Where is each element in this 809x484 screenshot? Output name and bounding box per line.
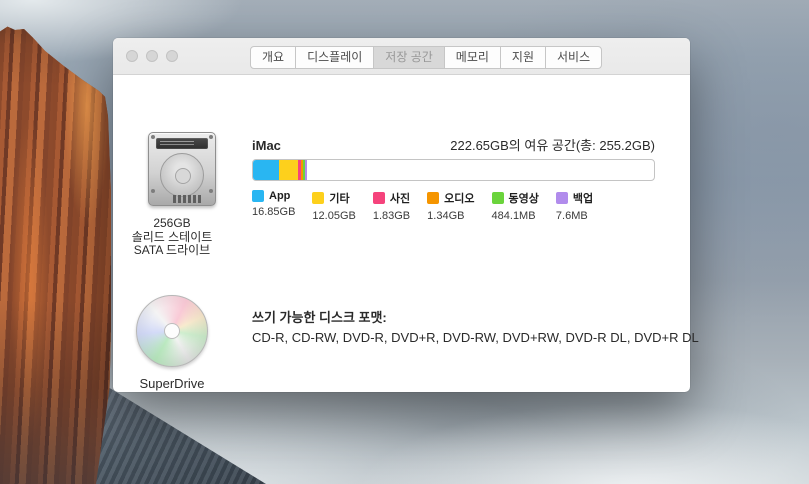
legend-value: 7.6MB — [556, 210, 593, 222]
wallpaper-cliff-slope — [96, 388, 266, 484]
audio-swatch-icon — [427, 192, 439, 204]
legend-item-app: App 16.85GB — [252, 190, 295, 222]
screw-icon — [209, 189, 213, 193]
tab-support[interactable]: 지원 — [500, 46, 546, 69]
hard-drive-icon — [148, 132, 216, 206]
writable-formats-title: 쓰기 가능한 디스크 포맷: — [252, 307, 387, 326]
screw-icon — [151, 135, 155, 139]
disk-type-line2: SATA 드라이브 — [113, 244, 231, 258]
bar-segment — [305, 160, 307, 180]
toolbar-tabs: 개요 디스플레이 저장 공간 메모리 지원 서비스 — [250, 46, 602, 69]
legend-item-audio: 오디오 1.34GB — [427, 190, 474, 222]
storage-usage-bar — [252, 159, 655, 181]
legend-item-other: 기타 12.05GB — [312, 190, 355, 222]
storage-pane: 256GB 솔리드 스테이트 SATA 드라이브 SuperDrive iMac… — [113, 76, 690, 392]
minimize-button[interactable] — [146, 50, 158, 62]
legend-value: 12.05GB — [312, 210, 355, 222]
app-swatch-icon — [252, 190, 264, 202]
superdrive-name: SuperDrive — [113, 376, 231, 391]
legend-label: App — [269, 190, 290, 202]
legend-value: 1.34GB — [427, 210, 474, 222]
screw-icon — [209, 135, 213, 139]
tab-overview[interactable]: 개요 — [250, 46, 296, 69]
storage-legend: App 16.85GB 기타 12.05GB 사진 1.83GB 오디오 1.3… — [252, 190, 593, 222]
storage-header: iMac 222.65GB의 여유 공간(총: 255.2GB) — [252, 135, 655, 154]
other-swatch-icon — [312, 192, 324, 204]
bar-segment — [279, 160, 298, 180]
bar-segment — [253, 160, 279, 180]
tab-displays[interactable]: 디스플레이 — [295, 46, 374, 69]
legend-label: 오디오 — [444, 190, 474, 206]
window-titlebar[interactable]: 개요 디스플레이 저장 공간 메모리 지원 서비스 — [113, 38, 690, 75]
legend-label: 백업 — [573, 190, 593, 206]
legend-label: 동영상 — [509, 190, 539, 206]
legend-item-photos: 사진 1.83GB — [373, 190, 410, 222]
close-button[interactable] — [126, 50, 138, 62]
hdd-label-sticker — [156, 138, 208, 149]
hdd-vents — [173, 195, 201, 203]
legend-value: 484.1MB — [492, 210, 539, 222]
disk-type-line1: 솔리드 스테이트 — [113, 231, 231, 245]
device-name: iMac — [252, 138, 281, 153]
legend-label: 기타 — [329, 190, 349, 206]
tab-service[interactable]: 서비스 — [545, 46, 602, 69]
legend-value: 16.85GB — [252, 206, 295, 218]
legend-value: 1.83GB — [373, 210, 410, 222]
legend-item-backups: 백업 7.6MB — [556, 190, 593, 222]
legend-label: 사진 — [390, 190, 410, 206]
zoom-button[interactable] — [166, 50, 178, 62]
screw-icon — [151, 189, 155, 193]
disk-description: 256GB 솔리드 스테이트 SATA 드라이브 — [113, 217, 231, 258]
legend-item-movies: 동영상 484.1MB — [492, 190, 539, 222]
hdd-platter — [160, 153, 204, 197]
about-this-mac-window: 개요 디스플레이 저장 공간 메모리 지원 서비스 256GB 솔리드 스테이트… — [113, 38, 690, 392]
superdrive-disc-icon — [136, 295, 208, 367]
tab-memory[interactable]: 메모리 — [444, 46, 501, 69]
disk-size: 256GB — [113, 217, 231, 231]
movies-swatch-icon — [492, 192, 504, 204]
photos-swatch-icon — [373, 192, 385, 204]
writable-formats-list: CD-R, CD-RW, DVD-R, DVD+R, DVD-RW, DVD+R… — [252, 330, 699, 345]
backups-swatch-icon — [556, 192, 568, 204]
tab-storage[interactable]: 저장 공간 — [373, 46, 445, 69]
traffic-light-buttons — [126, 50, 178, 62]
free-space-text: 222.65GB의 여유 공간(총: 255.2GB) — [450, 135, 655, 154]
